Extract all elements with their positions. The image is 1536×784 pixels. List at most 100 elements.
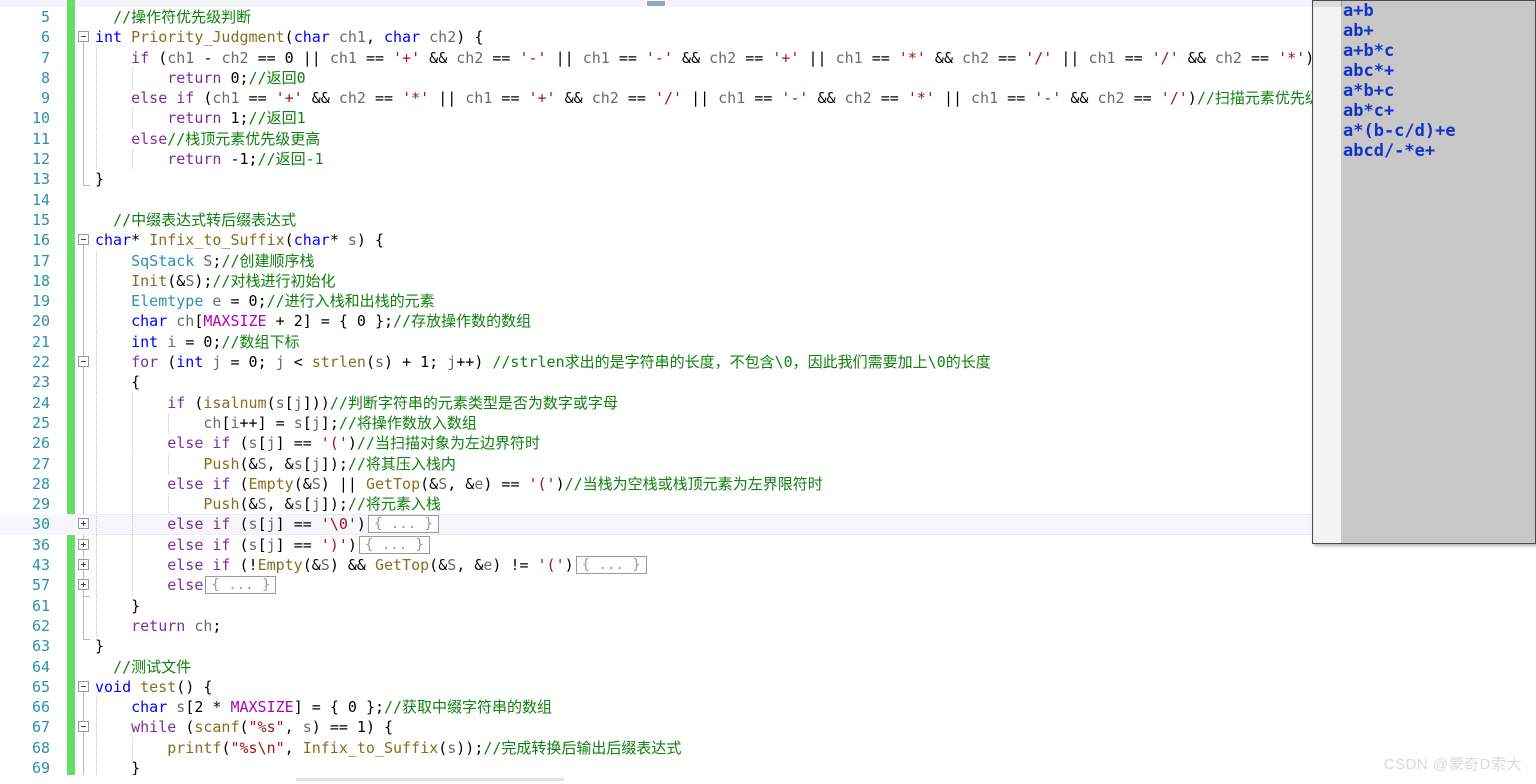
code-text[interactable]: while (scanf("%s", s) == 1) { bbox=[95, 717, 393, 737]
collapse-region-icon[interactable] bbox=[78, 680, 89, 692]
code-line[interactable]: 16 char* Infix_to_Suffix(char* s) { bbox=[0, 230, 1536, 250]
code-line[interactable]: 26 else if (s[j] == '(')//当扫描对象为左边界符时 bbox=[0, 433, 1536, 455]
code-line[interactable]: 7 if (ch1 - ch2 == 0 || ch1 == '+' && ch… bbox=[0, 47, 1536, 69]
code-line[interactable]: 15 //中缀表达式转后缀表达式 bbox=[0, 210, 1536, 230]
code-text[interactable]: else if (s[j] == '(')//当扫描对象为左边界符时 bbox=[95, 433, 540, 453]
code-line[interactable]: 11 else//栈顶元素优先级更高 bbox=[0, 128, 1536, 150]
code-text[interactable]: else if (s[j] == '\0'){ ... } bbox=[95, 514, 439, 534]
code-line[interactable]: 18 Init(&S);//对栈进行初始化 bbox=[0, 270, 1536, 292]
code-text[interactable]: else{ ... } bbox=[95, 575, 277, 595]
console-line: abc*+ bbox=[1343, 61, 1395, 81]
code-text[interactable]: SqStack S;//创建顺序栈 bbox=[95, 251, 314, 271]
code-text[interactable]: if (ch1 - ch2 == 0 || ch1 == '+' && ch2 … bbox=[95, 48, 1407, 68]
code-text[interactable]: Push(&S, &s[j]);//将元素入栈 bbox=[95, 494, 441, 514]
line-number: 6 bbox=[40, 28, 50, 47]
code-line[interactable]: 21 int i = 0;//数组下标 bbox=[0, 331, 1536, 353]
code-line[interactable]: 62 return ch; bbox=[0, 615, 1536, 637]
code-text[interactable]: char s[2 * MAXSIZE] = { 0 };//获取中缀字符串的数组 bbox=[95, 697, 552, 717]
code-text[interactable]: char ch[MAXSIZE + 2] = { 0 };//存放操作数的数组 bbox=[95, 311, 531, 331]
code-line[interactable]: 12 return -1;//返回-1 bbox=[0, 149, 1536, 171]
collapsed-region-placeholder[interactable]: { ... } bbox=[575, 556, 647, 575]
code-text[interactable]: //测试文件 bbox=[95, 657, 191, 677]
code-text[interactable]: else if (!Empty(&S) && GetTop(&S, &e) !=… bbox=[95, 555, 647, 575]
collapsed-region-placeholder[interactable]: { ... } bbox=[205, 576, 277, 595]
code-line[interactable]: 8 return 0;//返回0 bbox=[0, 67, 1536, 89]
code-line[interactable]: 28 else if (Empty(&S) || GetTop(&S, &e) … bbox=[0, 473, 1536, 495]
splitter-grip[interactable] bbox=[647, 1, 665, 6]
collapsed-region-placeholder[interactable]: { ... } bbox=[367, 515, 439, 534]
code-text[interactable]: else if (s[j] == ')'){ ... } bbox=[95, 535, 430, 555]
code-line[interactable]: 36 else if (s[j] == ')'){ ... } bbox=[0, 534, 1536, 556]
console-output-window[interactable]: a+b ab+ a+b*c abc*+ a*b+c ab*c+ a*(b-c/d)+e abc… bbox=[1312, 0, 1536, 544]
code-text[interactable]: return -1;//返回-1 bbox=[95, 149, 323, 169]
code-text[interactable]: Elemtype e = 0;//进行入栈和出栈的元素 bbox=[95, 291, 435, 311]
collapsed-region-placeholder[interactable]: { ... } bbox=[358, 535, 430, 554]
code-text[interactable]: return 0;//返回0 bbox=[95, 68, 305, 88]
code-text[interactable]: } bbox=[95, 169, 104, 189]
expand-region-icon[interactable] bbox=[78, 559, 89, 571]
console-line: a+b bbox=[1343, 1, 1374, 21]
code-line[interactable]: 19 Elemtype e = 0;//进行入栈和出栈的元素 bbox=[0, 291, 1536, 313]
code-line[interactable]: 63} bbox=[0, 636, 1536, 656]
code-text[interactable]: //操作符优先级判断 bbox=[95, 7, 251, 27]
code-text[interactable]: } bbox=[95, 636, 104, 656]
code-text[interactable]: char* Infix_to_Suffix(char* s) { bbox=[95, 230, 384, 250]
line-number: 7 bbox=[40, 48, 50, 67]
line-number: 10 bbox=[31, 109, 50, 128]
collapse-region-icon[interactable] bbox=[78, 356, 89, 368]
code-text[interactable]: //中缀表达式转后缀表达式 bbox=[95, 210, 296, 230]
code-line[interactable]: 67 while (scanf("%s", s) == 1) { bbox=[0, 717, 1536, 739]
code-line[interactable]: 22 for (int j = 0; j < strlen(s) + 1; j+… bbox=[0, 352, 1536, 374]
horizontal-scrollbar-thumb[interactable] bbox=[296, 778, 564, 781]
code-text[interactable]: int Priority_Judgment(char ch1, char ch2… bbox=[95, 27, 483, 47]
code-line[interactable]: 27 Push(&S, &s[j]);//将其压入栈内 bbox=[0, 453, 1536, 475]
code-text[interactable]: } bbox=[95, 596, 140, 616]
code-line[interactable]: 65 void test() { bbox=[0, 677, 1536, 697]
code-line[interactable]: 43 else if (!Empty(&S) && GetTop(&S, &e)… bbox=[0, 555, 1536, 577]
expand-region-icon[interactable] bbox=[78, 579, 89, 591]
code-editor-surface[interactable]: 5 //操作符优先级判断 6 int Priority_Judgment(char … bbox=[0, 0, 1536, 784]
code-line[interactable]: 5 //操作符优先级判断 bbox=[0, 7, 1536, 27]
code-line[interactable]: 17 SqStack S;//创建顺序栈 bbox=[0, 250, 1536, 272]
code-text[interactable]: Init(&S);//对栈进行初始化 bbox=[95, 271, 335, 291]
code-line[interactable]: 14 bbox=[0, 190, 1536, 210]
line-number: 9 bbox=[40, 89, 50, 108]
collapse-region-icon[interactable] bbox=[78, 721, 89, 733]
code-text[interactable]: else if (Empty(&S) || GetTop(&S, &e) == … bbox=[95, 474, 822, 494]
code-line[interactable]: 24 if (isalnum(s[j]))//判断字符串的元素类型是否为数字或字… bbox=[0, 392, 1536, 414]
code-line[interactable]: 57 else{ ... } bbox=[0, 575, 1536, 597]
code-line[interactable]: 61 } bbox=[0, 595, 1536, 617]
code-line[interactable]: 20 char ch[MAXSIZE + 2] = { 0 };//存放操作数的… bbox=[0, 311, 1536, 333]
code-line[interactable]: 29 Push(&S, &s[j]);//将元素入栈 bbox=[0, 494, 1536, 516]
code-line[interactable]: 25 ch[i++] = s[j];//将操作数放入数组 bbox=[0, 412, 1536, 434]
code-text[interactable]: return 1;//返回1 bbox=[95, 108, 305, 128]
code-line[interactable]: 9 else if (ch1 == '+' && ch2 == '*' || c… bbox=[0, 88, 1536, 110]
code-text[interactable]: else if (ch1 == '+' && ch2 == '*' || ch1… bbox=[95, 88, 1350, 108]
code-line[interactable]: 6 int Priority_Judgment(char ch1, char ch… bbox=[0, 27, 1536, 47]
code-line[interactable]: 30 else if (s[j] == '\0'){ ... } bbox=[0, 514, 1536, 536]
indent-guide bbox=[96, 494, 97, 516]
horizontal-scrollbar[interactable] bbox=[0, 775, 1536, 784]
code-text[interactable]: else//栈顶元素优先级更高 bbox=[95, 129, 320, 149]
code-text[interactable]: { bbox=[95, 372, 140, 392]
expand-region-icon[interactable] bbox=[78, 538, 89, 550]
collapse-region-icon[interactable] bbox=[78, 31, 89, 43]
collapse-region-icon[interactable] bbox=[78, 234, 89, 246]
expand-region-icon[interactable] bbox=[78, 518, 89, 530]
code-line[interactable]: 66 char s[2 * MAXSIZE] = { 0 };//获取中缀字符串… bbox=[0, 697, 1536, 719]
code-text[interactable]: void test() { bbox=[95, 677, 212, 697]
line-number: 11 bbox=[31, 129, 50, 148]
code-text[interactable]: if (isalnum(s[j]))//判断字符串的元素类型是否为数字或字母 bbox=[95, 393, 618, 413]
code-rows[interactable]: 5 //操作符优先级判断 6 int Priority_Judgment(char … bbox=[0, 7, 1536, 784]
code-text[interactable]: Push(&S, &s[j]);//将其压入栈内 bbox=[95, 454, 456, 474]
code-text[interactable]: for (int j = 0; j < strlen(s) + 1; j++) … bbox=[95, 352, 991, 372]
code-text[interactable]: ch[i++] = s[j];//将操作数放入数组 bbox=[95, 413, 477, 433]
code-line[interactable]: 23 { bbox=[0, 372, 1536, 394]
code-line[interactable]: 10 return 1;//返回1 bbox=[0, 108, 1536, 130]
code-line[interactable]: 68 printf("%s\n", Infix_to_Suffix(s));//… bbox=[0, 737, 1536, 759]
code-line[interactable]: 64 //测试文件 bbox=[0, 657, 1536, 677]
code-line[interactable]: 13} bbox=[0, 169, 1536, 189]
code-text[interactable]: int i = 0;//数组下标 bbox=[95, 332, 299, 352]
code-text[interactable]: printf("%s\n", Infix_to_Suffix(s));//完成转… bbox=[95, 738, 681, 758]
code-text[interactable]: return ch; bbox=[95, 616, 221, 636]
